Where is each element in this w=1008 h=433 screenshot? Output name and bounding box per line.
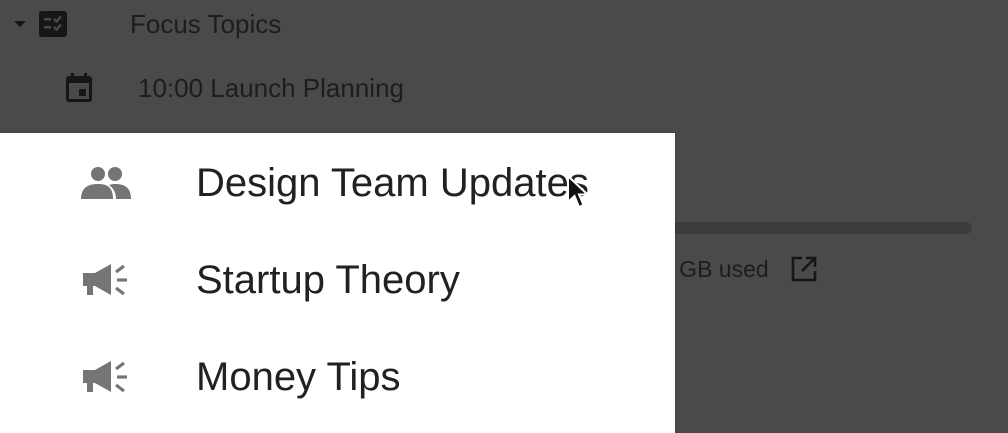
- caret-down-icon[interactable]: [14, 21, 26, 27]
- tree-item-launch-planning[interactable]: 10:00 Launch Planning: [62, 70, 404, 106]
- menu-item-startup-theory[interactable]: Startup Theory: [0, 232, 675, 328]
- tree-item-label: Focus Topics: [130, 8, 282, 39]
- mouse-cursor-icon: [567, 174, 590, 209]
- checklist-icon: [36, 9, 70, 39]
- announcement-icon: [78, 353, 134, 401]
- group-icon: [78, 159, 134, 207]
- menu-item-label: Money Tips: [196, 354, 401, 399]
- tree-item-label: 10:00 Launch Planning: [138, 72, 405, 103]
- storage-used-text: 0 GB used: [660, 255, 769, 282]
- calendar-event-icon: [62, 73, 96, 103]
- announcement-icon: [78, 256, 134, 304]
- open-in-new-icon[interactable]: [789, 254, 819, 284]
- menu-item-money-tips[interactable]: Money Tips: [0, 329, 675, 425]
- tree-item-focus-topics[interactable]: Focus Topics: [14, 6, 281, 42]
- menu-item-label: Startup Theory: [196, 257, 460, 302]
- menu-item-label: Design Team Updates: [196, 160, 589, 205]
- storage-info: 0 GB used: [660, 252, 819, 286]
